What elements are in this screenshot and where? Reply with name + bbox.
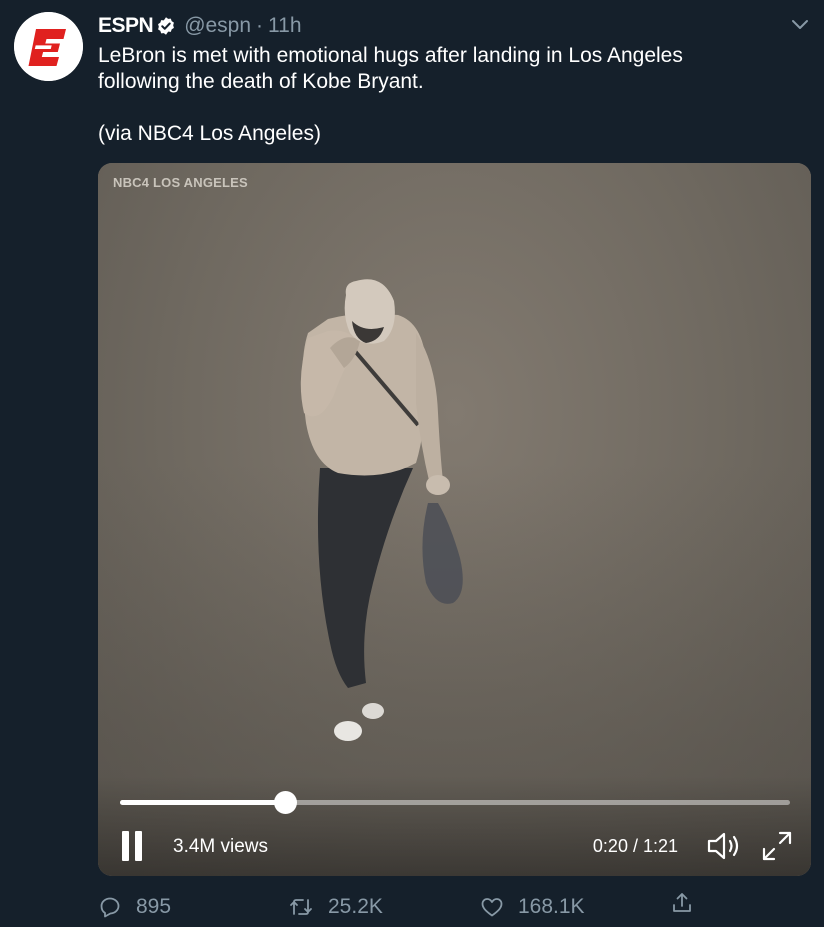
author-name[interactable]: ESPN [98,14,154,38]
separator-dot: · [256,14,264,37]
tweet-header: ESPN @espn · 11h [98,12,302,40]
chevron-down-icon[interactable] [790,18,810,32]
reply-count: 895 [136,895,172,918]
share-button[interactable] [670,891,694,920]
video-progress-track[interactable] [120,791,790,814]
video-progress-fill [120,800,286,805]
tweet[interactable]: ESPN @espn · 11h LeBron is met with emot… [0,0,824,927]
author-handle[interactable]: @espn [184,14,251,38]
tweet-actions: 895 25.2K 168.1K [98,890,798,924]
fullscreen-icon[interactable] [760,829,794,863]
retweet-count: 25.2K [328,895,383,918]
share-icon [673,893,691,912]
retweet-icon [290,899,312,915]
video-person-figure [300,279,463,741]
heart-icon [481,898,503,917]
espn-logo-icon[interactable] [14,12,83,81]
tweet-text-via: (via NBC4 Los Angeles) [98,122,321,145]
reply-button[interactable]: 895 [98,890,171,924]
tweet-text-line: LeBron is met with emotional hugs after … [98,44,683,67]
volume-icon[interactable] [706,829,744,863]
video-view-count: 3.4M views [173,836,269,857]
verified-badge-icon [156,16,176,36]
retweet-button[interactable]: 25.2K [288,890,383,924]
video-player[interactable]: NBC4 LOS ANGELES 3.4M views 0:20 / 1:21 [98,163,811,876]
like-button[interactable]: 168.1K [480,890,585,924]
like-count: 168.1K [518,895,585,918]
reply-icon [100,897,120,918]
tweet-text-line: following the death of Kobe Bryant. [98,70,424,93]
pause-icon[interactable] [120,831,144,861]
video-time-display: 0:20 / 1:21 [592,836,678,856]
tweet-text: LeBron is met with emotional hugs after … [98,43,798,147]
tweet-timestamp[interactable]: 11h [268,14,301,38]
video-watermark: NBC4 LOS ANGELES [113,175,248,190]
video-controls [98,776,811,876]
